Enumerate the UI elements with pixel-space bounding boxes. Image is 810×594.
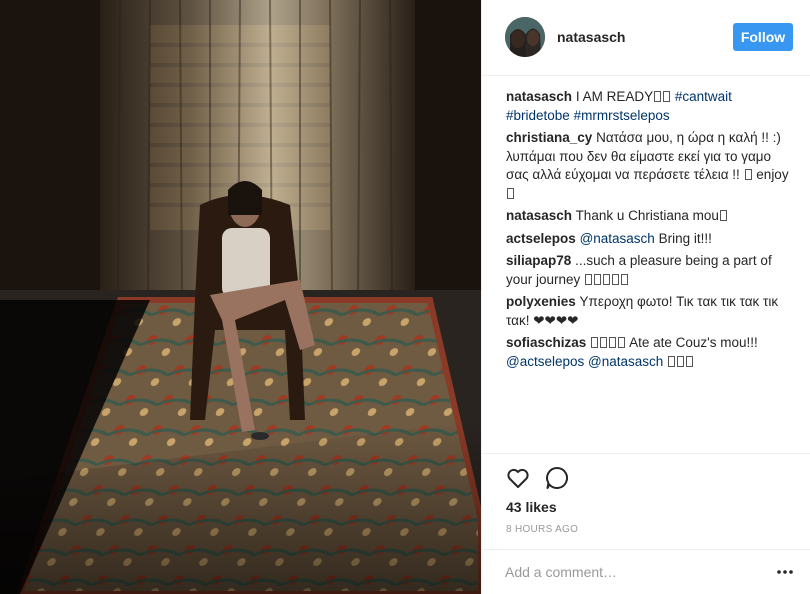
instagram-post: natasasch Follow natasasch I AM READY #c…: [0, 0, 810, 594]
comment-item: actselepos @natasasch Bring it!!!: [506, 230, 796, 249]
avatar[interactable]: [505, 17, 545, 57]
emoji-box-icon: [600, 337, 608, 348]
avatar-image: [505, 17, 545, 57]
hashtag-link[interactable]: #mrmrstselepos: [574, 108, 670, 123]
mention-link[interactable]: @natasasch: [588, 354, 663, 369]
photo-scene: [0, 0, 481, 594]
comment-username[interactable]: actselepos: [506, 231, 576, 246]
comment-username[interactable]: sofiaschizas: [506, 335, 586, 350]
comment-item: christiana_cy Νατάσα μου, η ώρα η καλή !…: [506, 129, 796, 203]
post-header: natasasch Follow: [482, 0, 810, 76]
comment-username[interactable]: siliapap78: [506, 253, 571, 268]
comment-item: polyxenies Υπεροχη φωτο! Τικ τακ τικ τακ…: [506, 293, 796, 330]
mention-link[interactable]: @natasasch: [580, 231, 655, 246]
emoji-box-icon: [609, 337, 617, 348]
emoji-box-icon: [507, 187, 514, 199]
emoji-box-icon: [618, 337, 626, 348]
add-comment-input[interactable]: [505, 562, 755, 582]
heart-icon[interactable]: [505, 465, 531, 491]
caption: natasasch I AM READY #cantwait #bridetob…: [506, 88, 796, 125]
add-comment-bar: [482, 549, 810, 594]
emoji-box-icon: [585, 273, 593, 285]
emoji-box-icon: [654, 91, 662, 102]
ellipsis-icon[interactable]: [774, 563, 796, 581]
header-username[interactable]: natasasch: [557, 29, 625, 45]
mention-link[interactable]: @actselepos: [506, 354, 584, 369]
emoji-box-icon: [719, 210, 727, 221]
post-photo[interactable]: [0, 0, 481, 594]
emoji-box-icon: [663, 91, 671, 102]
emoji-box-icon: [668, 355, 676, 367]
comment-list: natasasch I AM READY #cantwait #bridetob…: [506, 88, 796, 375]
emoji-box-icon: [744, 169, 752, 180]
like-count[interactable]: 43 likes: [506, 499, 557, 515]
comment-item: sofiaschizas Ate ate Couz's mou!!! @acts…: [506, 334, 796, 371]
emoji-box-icon: [677, 355, 685, 367]
hashtag-link[interactable]: #bridetobe: [506, 108, 570, 123]
caption-username[interactable]: natasasch: [506, 89, 572, 104]
comment-bubble-icon[interactable]: [544, 465, 570, 491]
hashtag-link[interactable]: #cantwait: [675, 89, 732, 104]
emoji-box-icon: [612, 273, 620, 285]
comment-item: siliapap78 ...such a pleasure being a pa…: [506, 252, 796, 289]
timestamp: 8 HOURS AGO: [506, 524, 579, 535]
emoji-box-icon: [621, 273, 629, 285]
caption-text: I AM READY: [575, 89, 654, 104]
emoji-box-icon: [594, 273, 602, 285]
emoji-box-icon: [591, 337, 599, 348]
comment-username[interactable]: christiana_cy: [506, 130, 592, 145]
emoji-box-icon: [686, 355, 694, 367]
comment-username[interactable]: natasasch: [506, 208, 572, 223]
comment-text: Bring it!!!: [658, 230, 712, 246]
emoji-box-icon: [603, 273, 611, 285]
comment-username[interactable]: polyxenies: [506, 294, 576, 309]
follow-button[interactable]: Follow: [733, 23, 793, 51]
comment-text: Ate ate Couz's mou!!!: [629, 335, 758, 350]
comment-text: enjoy: [756, 167, 789, 182]
comment-text: Thank u Christiana mou: [575, 208, 719, 223]
post-sidebar: natasasch Follow natasasch I AM READY #c…: [481, 0, 810, 594]
action-bar: [482, 453, 810, 489]
comment-item: natasasch Thank u Christiana mou: [506, 207, 796, 226]
